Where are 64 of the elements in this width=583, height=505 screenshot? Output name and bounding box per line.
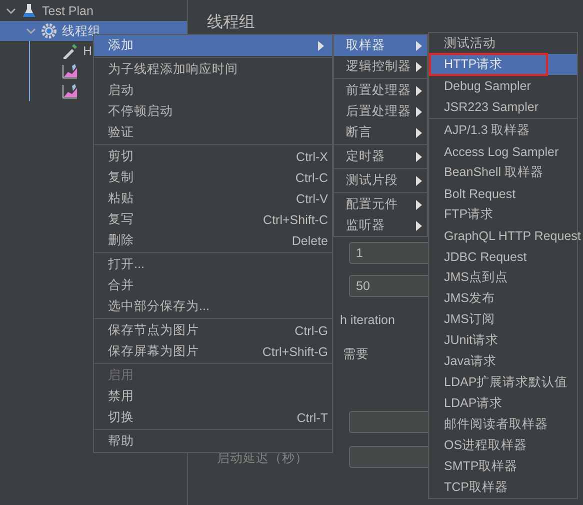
menu-item[interactable]: OS进程取样器 bbox=[429, 435, 577, 456]
input-field[interactable] bbox=[349, 446, 428, 468]
expand-icon[interactable] bbox=[6, 6, 16, 16]
menu-item[interactable]: 后置处理器 bbox=[334, 101, 427, 122]
menu-item[interactable]: JSR223 Sampler bbox=[429, 96, 577, 117]
input-field[interactable]: 50 bbox=[349, 275, 428, 297]
menu-item[interactable]: 测试活动 bbox=[429, 33, 577, 54]
menu-item[interactable]: 切换 Ctrl-T bbox=[94, 407, 332, 428]
tree-item[interactable]: H bbox=[83, 44, 92, 58]
expand-icon[interactable] bbox=[26, 26, 36, 36]
menu-item[interactable]: FTP请求 bbox=[429, 204, 577, 225]
menu-item[interactable]: BeanShell 取样器 bbox=[429, 162, 577, 183]
menu-item[interactable]: JMS发布 bbox=[429, 288, 577, 309]
gear-icon bbox=[41, 23, 57, 39]
menu-item[interactable]: 保存屏幕为图片 Ctrl+Shift-G bbox=[94, 341, 332, 362]
menu-item[interactable]: TCP取样器 bbox=[429, 477, 577, 498]
menu-item[interactable]: Java请求 bbox=[429, 351, 577, 372]
menu-item[interactable]: 定时器 bbox=[334, 146, 427, 167]
pipette-icon bbox=[62, 43, 78, 59]
menu-item[interactable]: 验证 bbox=[94, 122, 332, 143]
menu-item[interactable]: 禁用 bbox=[94, 386, 332, 407]
menu-item[interactable]: 邮件阅读者取样器 bbox=[429, 414, 577, 435]
field-label: h iteration bbox=[340, 312, 396, 329]
menu-item[interactable]: Debug Sampler bbox=[429, 75, 577, 96]
chart-icon bbox=[62, 83, 78, 99]
menu-item[interactable]: 逻辑控制器 bbox=[334, 56, 427, 77]
flask-icon bbox=[21, 3, 37, 19]
menu-item[interactable]: SMTP取样器 bbox=[429, 456, 577, 477]
chart-icon bbox=[62, 63, 78, 79]
menu-item[interactable]: 断言 bbox=[334, 122, 427, 143]
menu-item[interactable]: 合并 bbox=[94, 275, 332, 296]
panel-title: 线程组 bbox=[207, 12, 256, 33]
menu-item[interactable]: 添加 bbox=[94, 35, 332, 56]
field-label: 需要 bbox=[343, 346, 370, 363]
menu-item[interactable]: 保存节点为图片 Ctrl-G bbox=[94, 320, 332, 341]
menu-item[interactable]: 取样器 bbox=[334, 35, 427, 56]
menu-item[interactable]: 帮助 bbox=[94, 431, 332, 452]
menu-item[interactable]: 剪切 Ctrl-X bbox=[94, 146, 332, 167]
menu-item[interactable]: Bolt Request bbox=[429, 183, 577, 204]
menu-item[interactable]: AJP/1.3 取样器 bbox=[429, 120, 577, 141]
menu-item[interactable]: JUnit请求 bbox=[429, 330, 577, 351]
menu-item[interactable]: Access Log Sampler bbox=[429, 141, 577, 162]
menu-item[interactable]: 选中部分保存为... bbox=[94, 296, 332, 317]
menu-item[interactable]: 复写 Ctrl+Shift-C bbox=[94, 209, 332, 230]
menu-item[interactable]: JDBC Request bbox=[429, 246, 577, 267]
menu-item[interactable]: 粘贴 Ctrl-V bbox=[94, 188, 332, 209]
menu-item[interactable]: 删除 Delete bbox=[94, 230, 332, 251]
menu-item[interactable]: 配置元件 bbox=[334, 194, 427, 215]
menu-item[interactable]: LDAP扩展请求默认值 bbox=[429, 372, 577, 393]
tree-item[interactable]: Test Plan bbox=[42, 4, 94, 18]
menu-item[interactable]: JMS点到点 bbox=[429, 267, 577, 288]
menu-item[interactable]: 启动 bbox=[94, 80, 332, 101]
menu-item[interactable]: 打开... bbox=[94, 254, 332, 275]
input-field[interactable] bbox=[349, 411, 428, 433]
menu-item[interactable]: LDAP请求 bbox=[429, 393, 577, 414]
menu-item[interactable]: 为子线程添加响应时间 bbox=[94, 59, 332, 80]
menu-item[interactable]: 不停顿启动 bbox=[94, 101, 332, 122]
menu-item[interactable]: JMS订阅 bbox=[429, 309, 577, 330]
menu-item[interactable]: 监听器 bbox=[334, 215, 427, 236]
menu-item[interactable]: 前置处理器 bbox=[334, 80, 427, 101]
menu-item[interactable]: HTTP请求 bbox=[429, 54, 577, 75]
menu-item[interactable]: 复制 Ctrl-C bbox=[94, 167, 332, 188]
input-field[interactable]: 1 bbox=[349, 242, 428, 264]
menu-item[interactable]: 测试片段 bbox=[334, 170, 427, 191]
